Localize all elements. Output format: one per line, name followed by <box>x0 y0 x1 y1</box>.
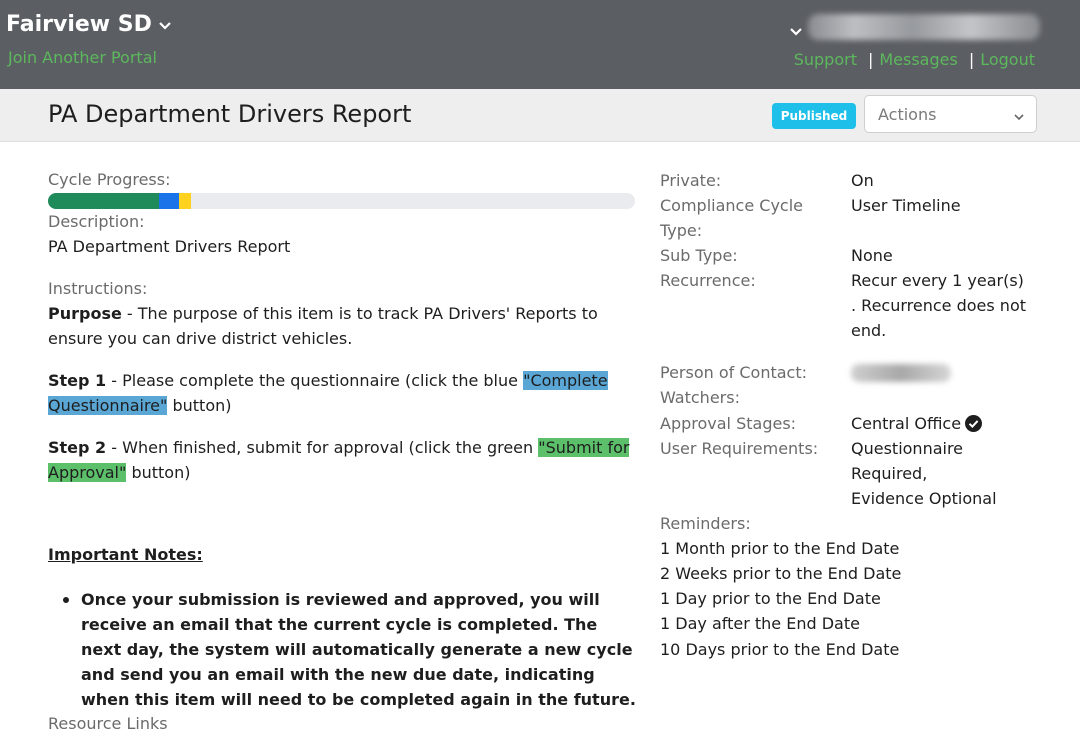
step1-heading: Step 1 <box>48 371 107 390</box>
contact-redacted <box>851 364 951 382</box>
person-of-contact-label: Person of Contact: <box>660 363 807 382</box>
reminder-item: 1 Month prior to the End Date <box>660 539 900 558</box>
title-bar: PA Department Drivers Report Published A… <box>0 89 1080 142</box>
link-separator: | <box>968 50 975 69</box>
step2-heading: Step 2 <box>48 438 107 457</box>
instructions-label: Instructions: <box>48 279 148 298</box>
reminder-item: 10 Days prior to the End Date <box>660 640 900 659</box>
purpose-text: - The purpose of this item is to track P… <box>48 304 598 348</box>
messages-link[interactable]: Messages <box>879 50 957 69</box>
join-portal-link[interactable]: Join Another Portal <box>8 48 157 67</box>
status-badge: Published <box>772 103 856 129</box>
progress-segment <box>48 193 159 209</box>
chevron-down-icon <box>159 21 171 30</box>
cycle-progress-label: Cycle Progress: <box>48 170 171 189</box>
recurrence-label: Recurrence: <box>660 271 756 290</box>
cycle-progress-bar <box>48 193 635 209</box>
approval-stages-value: Central Office <box>851 411 983 436</box>
top-links: Support | Messages | Logout <box>794 50 1035 69</box>
org-name: Fairview SD <box>6 12 152 37</box>
step2-tail: button) <box>126 463 191 482</box>
important-note-item: Once your submission is reviewed and app… <box>81 590 636 709</box>
private-label: Private: <box>660 171 722 190</box>
reminder-item: 2 Weeks prior to the End Date <box>660 564 902 583</box>
approval-stage-name: Central Office <box>851 414 962 433</box>
important-notes-heading: Important Notes: <box>48 545 203 564</box>
purpose-paragraph: Purpose - The purpose of this item is to… <box>48 301 638 351</box>
step2-text: - When finished, submit for approval (cl… <box>106 438 539 457</box>
chevron-down-icon <box>1014 114 1024 121</box>
purpose-heading: Purpose <box>48 304 122 323</box>
top-bar: Fairview SD Join Another Portal Support … <box>0 0 1080 89</box>
user-requirements-label: User Requirements: <box>660 439 819 458</box>
reminder-item: 1 Day after the End Date <box>660 614 860 633</box>
actions-label: Actions <box>878 105 937 124</box>
step1-tail: button) <box>167 396 232 415</box>
support-link[interactable]: Support <box>794 50 857 69</box>
requirements-line2: Evidence Optional <box>851 489 997 508</box>
page-title: PA Department Drivers Report <box>48 100 412 128</box>
check-circle-icon <box>965 415 983 432</box>
actions-dropdown[interactable]: Actions <box>864 95 1037 133</box>
reminders-label: Reminders: <box>660 514 751 533</box>
link-separator: | <box>867 50 874 69</box>
logout-link[interactable]: Logout <box>980 50 1035 69</box>
step1-text: - Please complete the questionnaire (cli… <box>106 371 524 390</box>
org-switcher[interactable]: Fairview SD <box>6 12 172 37</box>
compliance-cycle-value: User Timeline <box>851 196 961 215</box>
subtype-value: None <box>851 246 893 265</box>
user-menu-chevron-icon[interactable] <box>789 24 803 38</box>
recurrence-value: Recur every 1 year(s) . Recurrence does … <box>851 271 1026 340</box>
watchers-label: Watchers: <box>660 388 740 407</box>
reminder-item: 1 Day prior to the End Date <box>660 589 881 608</box>
redacted-blur <box>808 14 1040 40</box>
requirements-line1: Questionnaire Required, <box>851 439 964 483</box>
approval-stages-label: Approval Stages: <box>660 414 797 433</box>
bullet-icon <box>63 597 69 603</box>
compliance-cycle-label: Compliance Cycle Type: <box>660 196 803 240</box>
resource-links-label: Resource Links <box>48 714 168 733</box>
subtype-label: Sub Type: <box>660 246 738 265</box>
description-label: Description: <box>48 212 145 231</box>
private-value: On <box>851 171 874 190</box>
description-value: PA Department Drivers Report <box>48 237 291 256</box>
user-name-redacted[interactable] <box>808 14 1040 40</box>
progress-segment <box>178 193 192 209</box>
step1-paragraph: Step 1 - Please complete the questionnai… <box>48 368 638 418</box>
progress-segment <box>158 193 179 209</box>
step2-paragraph: Step 2 - When finished, submit for appro… <box>48 435 638 485</box>
